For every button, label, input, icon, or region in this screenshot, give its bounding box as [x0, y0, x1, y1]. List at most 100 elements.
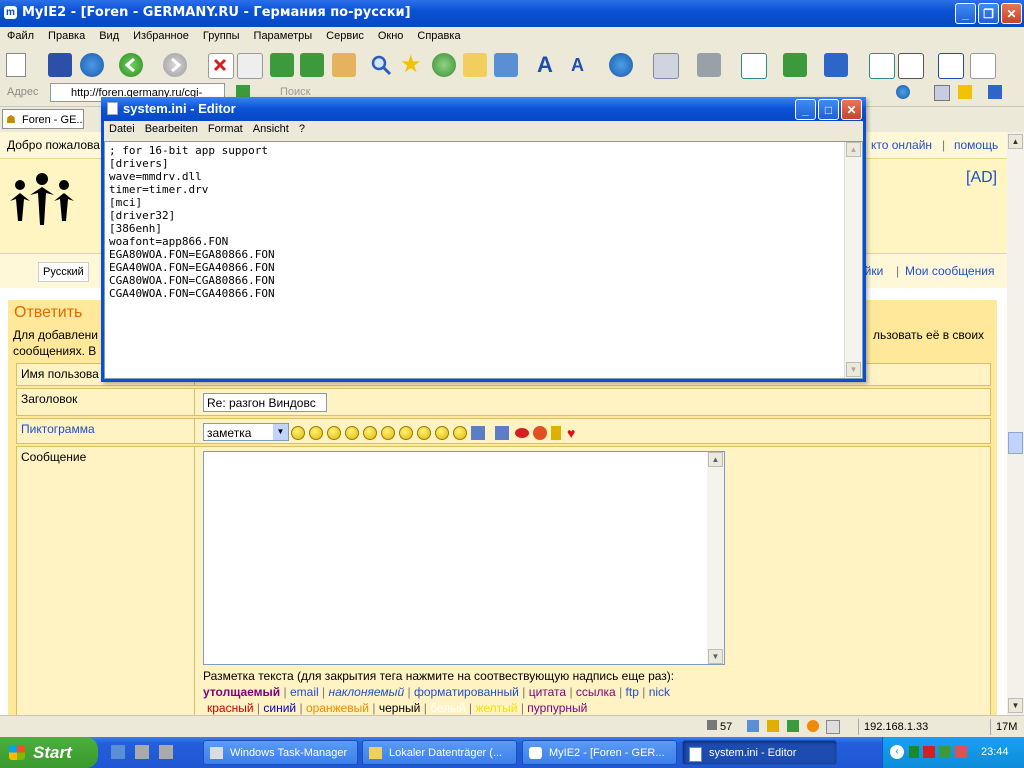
color-orange[interactable]: оранжевый — [306, 701, 369, 715]
menu-groups[interactable]: Группы — [196, 27, 247, 45]
smiley-icon[interactable] — [399, 426, 413, 440]
heart-icon[interactable]: ♥ — [567, 425, 575, 441]
highlight-icon[interactable] — [958, 85, 972, 99]
help-link[interactable]: помощь — [954, 138, 998, 152]
smiley-icon[interactable] — [291, 426, 305, 440]
task-myie2[interactable]: MyIE2 - [Foren - GER... — [522, 740, 677, 765]
chevron-down-icon[interactable]: ▼ — [273, 424, 288, 440]
subject-input[interactable]: Re: разгон Виндовс — [203, 393, 327, 412]
browser-title-bar[interactable]: m MyIE2 - [Foren - GERMANY.RU - Германия… — [0, 0, 1024, 27]
refresh-all-icon[interactable] — [300, 53, 324, 77]
scroll-thumb[interactable] — [1008, 432, 1023, 454]
color-yellow[interactable]: желтый — [475, 701, 517, 715]
status-icon-1[interactable] — [747, 720, 759, 732]
notepad-title-bar[interactable]: system.ini - Editor _ □ ✕ — [101, 97, 866, 121]
mail-icon[interactable] — [653, 53, 679, 79]
color-red[interactable]: красный — [207, 701, 254, 715]
minimize-button[interactable]: _ — [955, 3, 976, 24]
np-menu-format[interactable]: Format — [203, 121, 248, 137]
thumbs-down-icon[interactable] — [495, 426, 509, 440]
scroll-up-icon[interactable]: ▲ — [846, 142, 861, 157]
layout-icon[interactable] — [898, 53, 924, 79]
ie-icon[interactable] — [896, 85, 910, 99]
task-notepad[interactable]: system.ini - Editor — [682, 740, 837, 765]
smiley-icon[interactable] — [309, 426, 323, 440]
stop-icon[interactable] — [208, 53, 234, 79]
search-icon[interactable] — [369, 53, 393, 77]
full-screen-icon[interactable] — [741, 53, 767, 79]
menu-options[interactable]: Параметры — [247, 27, 320, 45]
color-white[interactable]: белый — [430, 701, 465, 715]
tag-link[interactable]: ссылка — [576, 685, 616, 699]
smiley-icon[interactable] — [381, 426, 395, 440]
scroll-down-icon[interactable]: ▼ — [846, 362, 861, 377]
scroll-down-icon[interactable]: ▼ — [708, 649, 723, 664]
notepad-text-area[interactable]: ; for 16-bit app support [drivers] wave=… — [104, 141, 863, 379]
tabs-icon[interactable] — [988, 85, 1002, 99]
status-icon-5[interactable] — [826, 720, 840, 734]
smiley-icon[interactable] — [327, 426, 341, 440]
home-icon[interactable] — [332, 53, 356, 77]
tag-email[interactable]: email — [290, 685, 319, 699]
my-messages-link[interactable]: Мои сообщения — [905, 264, 994, 278]
tag-nick[interactable]: nick — [649, 685, 670, 699]
ad-link[interactable]: [AD] — [966, 169, 997, 187]
new-page-icon[interactable] — [6, 53, 26, 77]
folder-icon[interactable] — [463, 53, 487, 77]
trophy-icon[interactable] — [551, 426, 561, 440]
edit-icon[interactable] — [938, 53, 964, 79]
tag-italic[interactable]: наклоняемый — [328, 685, 404, 699]
refresh-icon[interactable] — [270, 53, 294, 77]
tray-icon-1[interactable] — [909, 746, 919, 758]
message-textarea[interactable]: ▲ ▼ — [203, 451, 725, 665]
smiley-icon[interactable] — [363, 426, 377, 440]
restore-button[interactable]: ❐ — [978, 3, 999, 24]
tray-icon-4[interactable] — [955, 746, 967, 758]
page-icon[interactable] — [494, 53, 518, 77]
history-icon[interactable] — [432, 53, 456, 77]
scroll-down-icon[interactable]: ▼ — [1008, 698, 1023, 713]
smiley-icon[interactable] — [453, 426, 467, 440]
print-icon[interactable] — [697, 53, 721, 77]
forward-arrow-icon[interactable] — [163, 53, 187, 77]
favorites-star-icon[interactable]: ★ — [400, 53, 424, 77]
clock[interactable]: 23:44 — [981, 746, 1009, 758]
tray-icon-3[interactable] — [939, 746, 951, 758]
textarea-scrollbar[interactable]: ▲ ▼ — [707, 452, 724, 664]
start-button[interactable]: Start — [0, 737, 98, 768]
page-scrollbar[interactable]: ▲ ▼ — [1007, 132, 1024, 715]
tab-foren[interactable]: ☗ Foren - GE... — [2, 109, 84, 129]
menu-view[interactable]: Вид — [92, 27, 126, 45]
menu-favorites[interactable]: Избранное — [126, 27, 196, 45]
menu-file[interactable]: Файл — [0, 27, 41, 45]
np-menu-help[interactable]: ? — [294, 121, 310, 137]
menu-tools[interactable]: Сервис — [319, 27, 371, 45]
status-icon-4[interactable] — [807, 720, 819, 732]
task-local-disk[interactable]: Lokaler Datenträger (... — [362, 740, 517, 765]
tag-bold[interactable]: утолщаемый — [203, 685, 280, 699]
stop-all-icon[interactable] — [237, 53, 263, 79]
back-arrow-icon[interactable] — [119, 53, 143, 77]
smiley-icon[interactable] — [435, 426, 449, 440]
language-button[interactable]: Русский — [38, 262, 89, 282]
undo-icon[interactable] — [824, 53, 848, 77]
tag-quote[interactable]: цитата — [529, 685, 566, 699]
download-icon[interactable] — [783, 53, 807, 77]
tray-expand-icon[interactable]: ‹ — [890, 745, 904, 759]
color-purple[interactable]: пурпурный — [527, 701, 587, 715]
page-tools-icon[interactable] — [934, 85, 950, 101]
color-black[interactable]: черный — [379, 701, 421, 715]
lips-icon[interactable] — [515, 428, 529, 438]
smiley-icon[interactable] — [345, 426, 359, 440]
status-icon-3[interactable] — [787, 720, 799, 732]
close-button[interactable]: ✕ — [1001, 3, 1022, 24]
scroll-up-icon[interactable]: ▲ — [1008, 134, 1023, 149]
font-icon[interactable]: A — [533, 53, 557, 77]
tag-formatted[interactable]: форматированный — [414, 685, 519, 699]
quicklaunch-icon-3[interactable] — [159, 745, 173, 759]
status-icon-2[interactable] — [767, 720, 779, 732]
globe-icon[interactable] — [80, 53, 104, 77]
notepad-close-button[interactable]: ✕ — [841, 99, 862, 120]
menu-edit[interactable]: Правка — [41, 27, 92, 45]
save-icon[interactable] — [48, 53, 72, 77]
